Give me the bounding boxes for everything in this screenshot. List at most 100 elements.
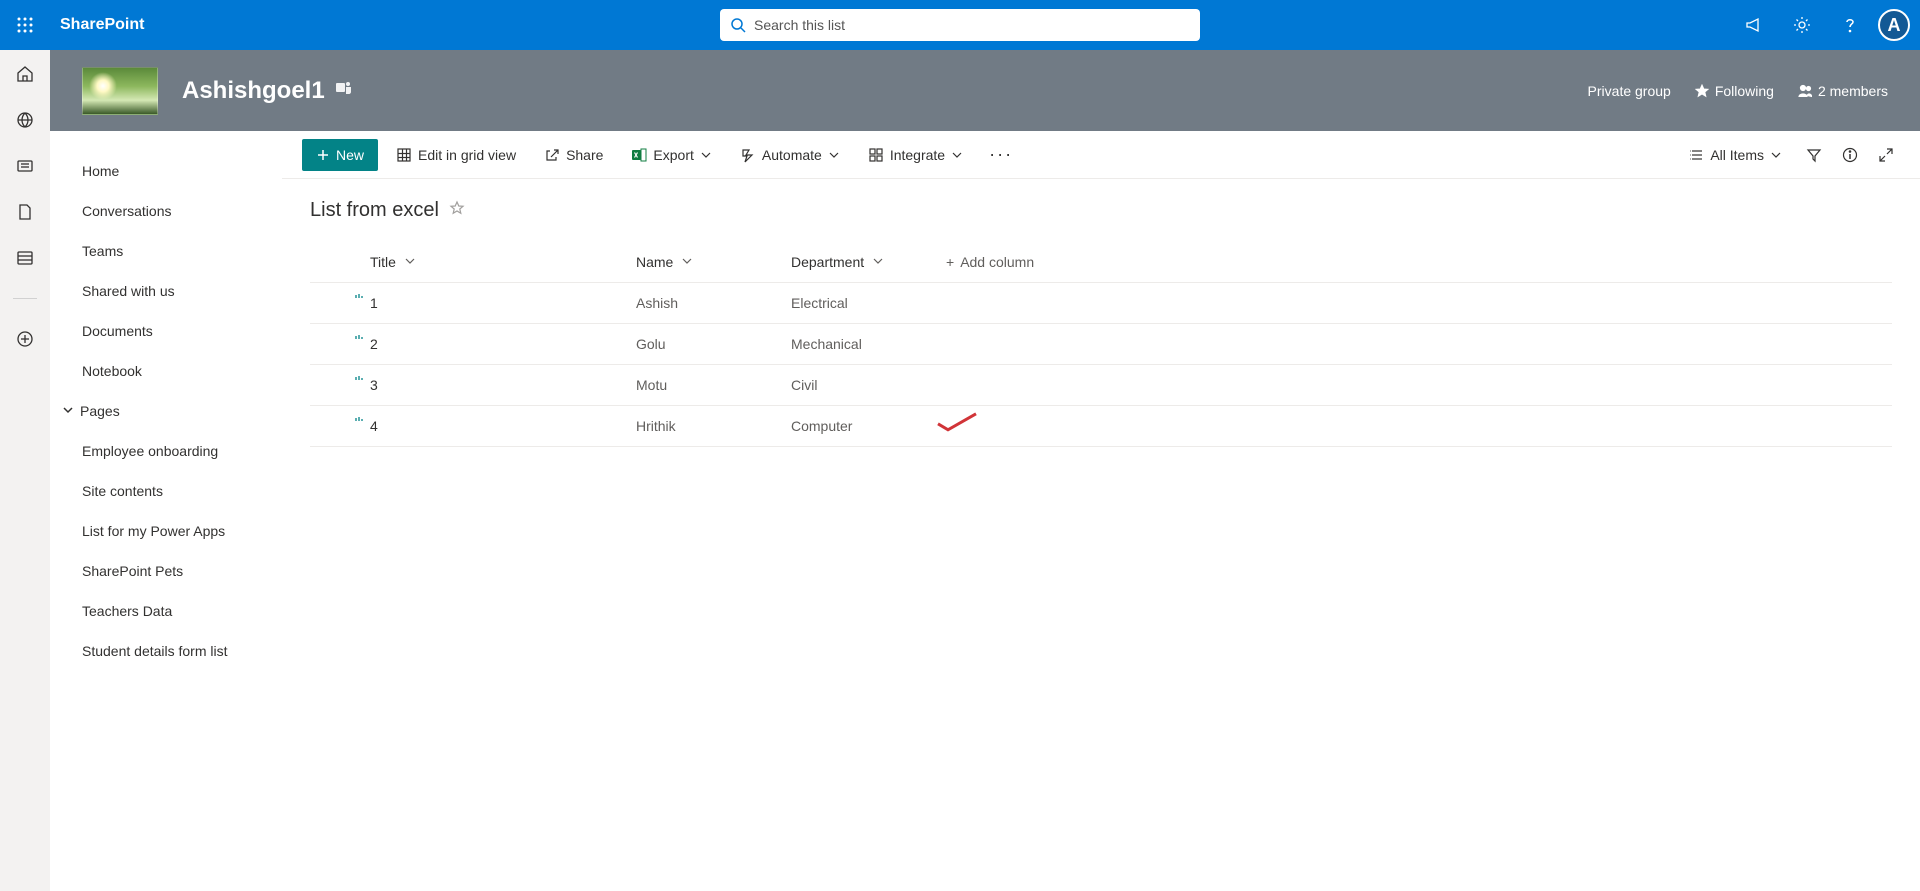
nav-item-label: Employee onboarding (82, 443, 218, 459)
user-avatar[interactable]: A (1878, 9, 1910, 41)
automate-button[interactable]: Automate (730, 139, 850, 171)
favorite-star-button[interactable] (449, 200, 465, 221)
site-header: Ashishgoel1 Private group Following 2 me… (50, 50, 1920, 131)
app-launcher-button[interactable] (0, 0, 50, 50)
cell-department: Computer (775, 406, 930, 447)
view-list-icon (1688, 147, 1704, 163)
grid-icon (396, 147, 412, 163)
nav-item-label: Home (82, 163, 119, 179)
expand-button[interactable] (1872, 139, 1900, 171)
filter-icon (1806, 147, 1822, 163)
filter-button[interactable] (1800, 139, 1828, 171)
integrate-label: Integrate (890, 147, 945, 163)
export-label: Export (653, 147, 693, 163)
follow-button[interactable]: Following (1695, 83, 1774, 99)
cell-department: Mechanical (775, 324, 930, 365)
nav-item-teams[interactable]: Teams (50, 231, 282, 271)
globe-icon (15, 110, 35, 130)
teams-icon[interactable] (335, 79, 353, 102)
site-logo[interactable] (82, 67, 158, 115)
column-header-title[interactable]: Title (310, 242, 620, 283)
table-row[interactable]: 2GoluMechanical (310, 324, 1892, 365)
nav-item-label: Site contents (82, 483, 163, 499)
nav-item-label: SharePoint Pets (82, 563, 183, 579)
following-label: Following (1715, 83, 1774, 99)
nav-item-list-for-my-power-apps[interactable]: List for my Power Apps (50, 511, 282, 551)
share-button[interactable]: Share (534, 139, 613, 171)
cell-name: Golu (620, 324, 775, 365)
flow-icon (740, 147, 756, 163)
document-icon (15, 202, 35, 222)
cell-title[interactable]: 2 (310, 324, 620, 365)
members-button[interactable]: 2 members (1798, 83, 1888, 99)
nav-item-home[interactable]: Home (50, 151, 282, 191)
edit-in-grid-button[interactable]: Edit in grid view (386, 139, 526, 171)
new-indicator-icon (354, 416, 364, 428)
add-column-button[interactable]: +Add column (930, 242, 1892, 283)
rail-lists-button[interactable] (15, 248, 35, 268)
nav-item-site-contents[interactable]: Site contents (50, 471, 282, 511)
help-button[interactable] (1826, 0, 1874, 50)
site-title[interactable]: Ashishgoel1 (182, 77, 325, 105)
info-button[interactable] (1836, 139, 1864, 171)
edit-grid-label: Edit in grid view (418, 147, 516, 163)
search-icon (730, 17, 746, 33)
rail-files-button[interactable] (15, 202, 35, 222)
nav-item-notebook[interactable]: Notebook (50, 351, 282, 391)
site-privacy-label: Private group (1588, 83, 1671, 99)
news-icon (15, 156, 35, 176)
table-row[interactable]: 4HrithikComputer (310, 406, 1892, 447)
people-icon (1798, 84, 1812, 98)
main-content: New Edit in grid view Share Export (282, 131, 1920, 891)
integrate-button[interactable]: Integrate (858, 139, 973, 171)
new-indicator-icon (354, 293, 364, 305)
nav-item-documents[interactable]: Documents (50, 311, 282, 351)
nav-item-teachers-data[interactable]: Teachers Data (50, 591, 282, 631)
rail-create-button[interactable] (15, 329, 35, 349)
chevron-down-icon (872, 255, 884, 267)
plus-circle-icon (15, 329, 35, 349)
new-button[interactable]: New (302, 139, 378, 171)
nav-item-pages[interactable]: Pages (50, 391, 282, 431)
expand-icon (1878, 147, 1894, 163)
nav-item-label: Shared with us (82, 283, 175, 299)
more-commands-button[interactable]: ··· (981, 144, 1021, 165)
table-row[interactable]: 3MotuCivil (310, 365, 1892, 406)
search-box[interactable] (720, 9, 1200, 41)
megaphone-icon (1744, 15, 1764, 35)
rail-divider (13, 298, 37, 299)
cell-empty (930, 324, 1892, 365)
rail-globe-button[interactable] (15, 110, 35, 130)
cell-title[interactable]: 3 (310, 365, 620, 406)
home-icon (15, 64, 35, 84)
cell-empty (930, 406, 1892, 447)
product-name[interactable]: SharePoint (60, 16, 144, 34)
rail-news-button[interactable] (15, 156, 35, 176)
column-header-name[interactable]: Name (620, 242, 775, 283)
nav-item-student-details-form-list[interactable]: Student details form list (50, 631, 282, 671)
chevron-down-icon (681, 255, 693, 267)
chevron-down-icon (951, 149, 963, 161)
nav-item-sharepoint-pets[interactable]: SharePoint Pets (50, 551, 282, 591)
settings-button[interactable] (1778, 0, 1826, 50)
search-input[interactable] (754, 17, 1190, 33)
column-header-department[interactable]: Department (775, 242, 930, 283)
nav-item-employee-onboarding[interactable]: Employee onboarding (50, 431, 282, 471)
nav-item-shared-with-us[interactable]: Shared with us (50, 271, 282, 311)
view-label: All Items (1710, 147, 1764, 163)
rail-home-button[interactable] (15, 64, 35, 84)
nav-item-conversations[interactable]: Conversations (50, 191, 282, 231)
cell-name: Hrithik (620, 406, 775, 447)
new-button-label: New (336, 147, 364, 163)
list-area: List from excel Title (282, 179, 1920, 467)
members-label: 2 members (1818, 83, 1888, 99)
megaphone-button[interactable] (1730, 0, 1778, 50)
cell-title[interactable]: 1 (310, 283, 620, 324)
nav-item-label: Documents (82, 323, 153, 339)
table-row[interactable]: 1AshishElectrical (310, 283, 1892, 324)
export-button[interactable]: Export (621, 139, 721, 171)
view-switcher-button[interactable]: All Items (1678, 139, 1792, 171)
app-rail (0, 50, 50, 891)
site-left-nav[interactable]: Home ConversationsTeams Shared with us Docu… (50, 131, 282, 891)
cell-title[interactable]: 4 (310, 406, 620, 447)
